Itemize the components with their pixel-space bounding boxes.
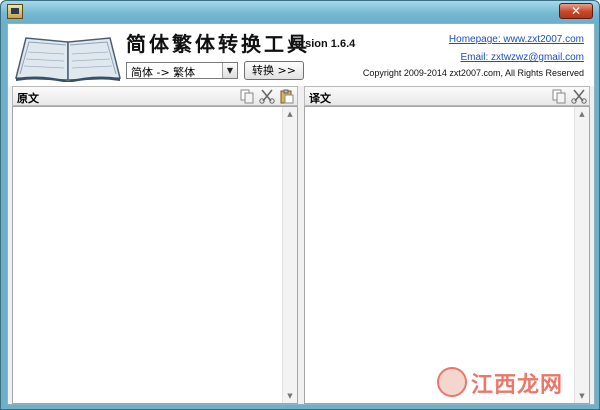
site-watermark: 江西龙网	[431, 363, 581, 401]
conversion-mode-value: 简体 -> 繁体	[131, 66, 196, 79]
source-text-area[interactable]: ▲ ▼	[12, 106, 298, 404]
target-text-area[interactable]: ▲ ▼ 江西龙网	[304, 106, 590, 404]
target-panel: 译文 ▲ ▼ 江西龙网	[304, 86, 590, 404]
homepage-link[interactable]: Homepage: www.zxt2007.com	[449, 34, 584, 45]
source-panel: 原文 ▲ ▼	[12, 86, 298, 404]
client-area: 简体繁体转换工具 Version 1.6.4 简体 -> 繁体 ▼ 转换 >> …	[7, 23, 595, 405]
copy-icon[interactable]	[551, 89, 567, 104]
source-label: 原文	[17, 92, 39, 105]
convert-button[interactable]: 转换 >>	[244, 61, 304, 80]
target-scrollbar[interactable]: ▲ ▼	[574, 107, 589, 403]
copy-icon[interactable]	[239, 89, 255, 104]
version-label: Version 1.6.4	[288, 38, 356, 50]
target-label: 译文	[309, 92, 331, 105]
source-scrollbar[interactable]: ▲ ▼	[282, 107, 297, 403]
watermark-logo-icon	[437, 367, 467, 397]
app-title: 简体繁体转换工具	[126, 32, 310, 56]
open-book-logo	[15, 37, 121, 82]
dropdown-arrow-icon[interactable]: ▼	[222, 63, 237, 78]
scroll-up-icon[interactable]: ▲	[575, 107, 589, 121]
title-bar[interactable]: ✕	[1, 1, 599, 23]
email-link[interactable]: Email: zxtwzwz@gmail.com	[460, 52, 584, 63]
target-panel-header: 译文	[304, 86, 590, 106]
app-window: ✕ 简体繁体转换工具 Version 1.6.4 简体 -> 繁体 ▼ 转换 >…	[0, 0, 600, 410]
conversion-mode-select[interactable]: 简体 -> 繁体 ▼	[126, 62, 238, 79]
scroll-down-icon[interactable]: ▼	[283, 389, 297, 403]
cut-icon[interactable]	[571, 89, 587, 104]
cut-icon[interactable]	[259, 89, 275, 104]
paste-icon[interactable]	[279, 89, 295, 104]
header-banner: 简体繁体转换工具 Version 1.6.4 简体 -> 繁体 ▼ 转换 >> …	[8, 24, 594, 86]
app-icon[interactable]	[7, 4, 23, 19]
copyright-text: Copyright 2009-2014 zxt2007.com, All Rig…	[362, 68, 584, 78]
scroll-up-icon[interactable]: ▲	[283, 107, 297, 121]
close-button[interactable]: ✕	[559, 3, 593, 19]
source-panel-header: 原文	[12, 86, 298, 106]
watermark-text: 江西龙网	[471, 373, 564, 398]
